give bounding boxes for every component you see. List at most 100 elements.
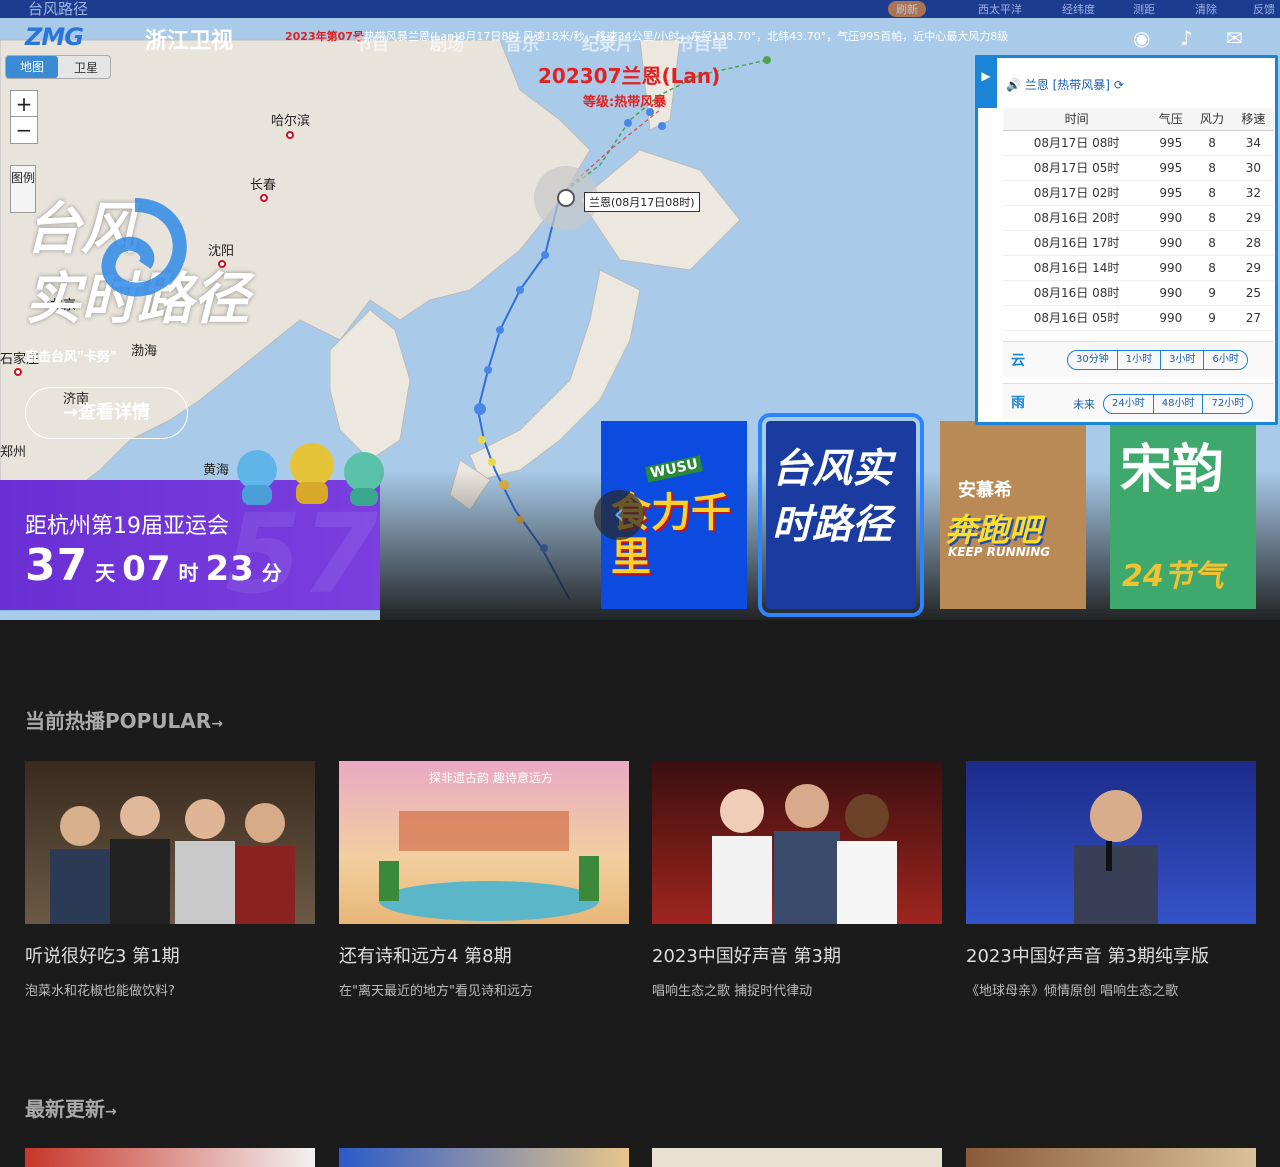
cell-time: 08月17日 05时 xyxy=(1003,155,1151,181)
typhoon-ticker: 2023年第07号热带风暴兰恩(Lan)8月17日8时 风速18米/秒，移速34… xyxy=(285,28,1008,44)
carousel-slide-song[interactable]: 宋韵 24节气 xyxy=(1110,421,1256,609)
typhoon-history-row[interactable]: 08月17日 05时 995 8 30 xyxy=(1003,155,1274,181)
rain-forecast-row: 雨 未来 24小时 48小时 72小时 xyxy=(1003,383,1274,419)
douyin-icon[interactable]: ♪ xyxy=(1180,26,1193,50)
cell-speed: 34 xyxy=(1232,130,1274,156)
typhoon-history-row[interactable]: 08月16日 14时 990 8 29 xyxy=(1003,255,1274,281)
sea-yellow: 黄海 xyxy=(203,463,230,478)
cloud-1h[interactable]: 1小时 xyxy=(1118,351,1162,369)
typhoon-name: 202307兰恩(Lan) xyxy=(538,64,721,88)
latest-section-title[interactable]: 最新更新→ xyxy=(25,1093,117,1122)
weibo-icon[interactable]: ◉ xyxy=(1133,26,1150,50)
carousel-slide-running[interactable]: 安慕希 奔跑吧 KEEP RUNNING xyxy=(940,421,1086,609)
speaker-icon[interactable]: 🔊 xyxy=(1006,78,1021,92)
refresh-icon[interactable]: ⟳ xyxy=(1114,78,1124,92)
popular-card-2[interactable]: 探非遗古韵 趣诗意远方 还有诗和远方4 第8期 在"离天最近的地方"看见诗和远方 xyxy=(339,761,629,999)
popular-title-4[interactable]: 2023中国好声音 第3期纯享版 xyxy=(966,942,1256,968)
typhoon-history-row[interactable]: 08月16日 05时 990 9 27 xyxy=(1003,305,1274,331)
popular-thumb-2[interactable]: 探非遗古韵 趣诗意远方 xyxy=(339,761,629,924)
carousel-prev-button[interactable]: ‹ xyxy=(594,490,644,540)
nav-schedule[interactable]: 节目单 xyxy=(677,30,728,55)
typhoon-history-row[interactable]: 08月16日 20时 990 8 29 xyxy=(1003,205,1274,231)
nav-programs[interactable]: 节目 xyxy=(355,30,389,55)
zjtv-logo[interactable]: 浙江卫视 xyxy=(145,23,233,54)
zoom-control: + − xyxy=(10,90,38,144)
view-details-button[interactable]: →查看详情 xyxy=(25,387,188,439)
typhoon-swirl-icon xyxy=(101,198,187,297)
panel-typhoon-type: [热带风暴] xyxy=(1052,78,1110,92)
panel-typhoon-name[interactable]: 兰恩 xyxy=(1025,78,1049,92)
latest-thumb-4[interactable] xyxy=(966,1148,1256,1167)
popular-card-1[interactable]: 听说很好吃3 第1期 泡菜水和花椒也能做饮料? xyxy=(25,761,315,999)
typhoon-level: 等级:热带风暴 xyxy=(583,95,667,110)
slide-song-sub: 24节气 xyxy=(1122,559,1224,594)
popular-thumb-4[interactable] xyxy=(966,761,1256,924)
popular-card-3[interactable]: 2023中国好声音 第3期 唱响生态之歌 捕捉时代律动 xyxy=(652,761,942,999)
singer-image xyxy=(1074,790,1158,924)
popular-section-title[interactable]: 当前热播POPULAR→ xyxy=(25,705,223,734)
nav-music[interactable]: 音乐 xyxy=(505,30,539,55)
typhoon-eye-icon xyxy=(557,189,575,207)
clear-button[interactable]: 清除 xyxy=(1195,1,1217,17)
cell-pressure: 995 xyxy=(1150,155,1192,181)
hero-subtitle: 直击台风"卡努" xyxy=(25,350,117,365)
col-time: 时间 xyxy=(1003,108,1151,131)
typhoon-history-row[interactable]: 08月16日 08时 990 9 25 xyxy=(1003,280,1274,306)
popular-title-1[interactable]: 听说很好吃3 第1期 xyxy=(25,942,315,968)
popular-thumb-3[interactable] xyxy=(652,761,942,924)
countdown-minutes-unit: 分 xyxy=(261,561,282,585)
popular-title-3[interactable]: 2023中国好声音 第3期 xyxy=(652,942,942,968)
carousel-slide-typhoon[interactable]: 台风实时路径 xyxy=(758,413,924,617)
cloud-6h[interactable]: 6小时 xyxy=(1204,351,1246,369)
ticker-prefix: 2023年第07号 xyxy=(285,30,364,43)
rain-48h[interactable]: 48小时 xyxy=(1154,395,1204,413)
rain-72h[interactable]: 72小时 xyxy=(1203,395,1252,413)
latest-thumb-2[interactable] xyxy=(339,1148,629,1167)
panel-collapse-button[interactable]: ▶ xyxy=(975,58,997,108)
nav-documentary[interactable]: 纪录片 xyxy=(582,30,633,55)
western-pacific-button[interactable]: 西太平洋 xyxy=(978,1,1022,17)
city-dot xyxy=(260,194,268,202)
cell-pressure: 990 xyxy=(1150,230,1192,256)
col-pressure: 气压 xyxy=(1150,108,1192,131)
cell-speed: 29 xyxy=(1232,205,1274,231)
popular-title-2[interactable]: 还有诗和远方4 第8期 xyxy=(339,942,629,968)
rain-24h[interactable]: 24小时 xyxy=(1104,395,1154,413)
popular-sub-2: 在"离天最近的地方"看见诗和远方 xyxy=(339,984,533,999)
slide-food-badge: WUSU xyxy=(644,455,704,483)
cell-pressure: 990 xyxy=(1150,205,1192,231)
feedback-button[interactable]: 反馈 xyxy=(1253,1,1275,17)
measure-button[interactable]: 测距 xyxy=(1133,1,1155,17)
latest-thumb-3[interactable] xyxy=(652,1148,942,1167)
popular-card-4[interactable]: 2023中国好声音 第3期纯享版 《地球母亲》倾情原创 唱响生态之歌 xyxy=(966,761,1256,999)
zmg-logo[interactable]: ZMG xyxy=(25,23,84,53)
cloud-3h[interactable]: 3小时 xyxy=(1161,351,1205,369)
refresh-button[interactable]: 刷新 xyxy=(888,1,926,17)
sea-bohai: 渤海 xyxy=(131,344,158,359)
latlng-button[interactable]: 经纬度 xyxy=(1062,1,1095,17)
cell-time: 08月17日 08时 xyxy=(1003,130,1151,156)
map-toggle-map[interactable]: 地图 xyxy=(6,56,58,78)
typhoon-info-panel: ▶ 🔊 兰恩 [热带风暴] ⟳ 时间 气压 风力 移速 08月17日 08时 99… xyxy=(975,55,1278,425)
popular-thumb-1[interactable] xyxy=(25,761,315,924)
typhoon-history-row[interactable]: 08月16日 17时 990 8 28 xyxy=(1003,230,1274,256)
typhoon-position-label[interactable]: 兰恩(08月17日08时) xyxy=(584,192,700,212)
cell-wind: 8 xyxy=(1191,155,1233,181)
latest-thumb-1[interactable] xyxy=(25,1148,315,1167)
hero-banner: 台风路径 刷新 西太平洋 经纬度 测距 清除 反馈 2023年第07号热带风暴兰… xyxy=(0,0,1280,620)
typhoon-history-row[interactable]: 08月17日 08时 995 8 34 xyxy=(1003,130,1274,156)
wechat-icon[interactable]: ✉ xyxy=(1226,26,1243,50)
cloud-30min[interactable]: 30分钟 xyxy=(1068,351,1118,369)
city-changchun: 长春 xyxy=(250,178,277,193)
cell-time: 08月16日 14时 xyxy=(1003,255,1151,281)
zoom-in-button[interactable]: + xyxy=(11,91,37,117)
typhoon-history-row[interactable]: 08月17日 02时 995 8 32 xyxy=(1003,180,1274,206)
cell-pressure: 990 xyxy=(1150,280,1192,306)
map-toggle-satellite[interactable]: 卫星 xyxy=(74,59,98,76)
arrow-right-icon: → xyxy=(105,1104,117,1120)
cell-speed: 27 xyxy=(1232,305,1274,331)
rain-label: 未来 xyxy=(1073,398,1095,411)
nav-theater[interactable]: 剧场 xyxy=(430,30,464,55)
cloud-icon: 云 xyxy=(1011,353,1025,369)
zoom-out-button[interactable]: − xyxy=(11,117,37,143)
